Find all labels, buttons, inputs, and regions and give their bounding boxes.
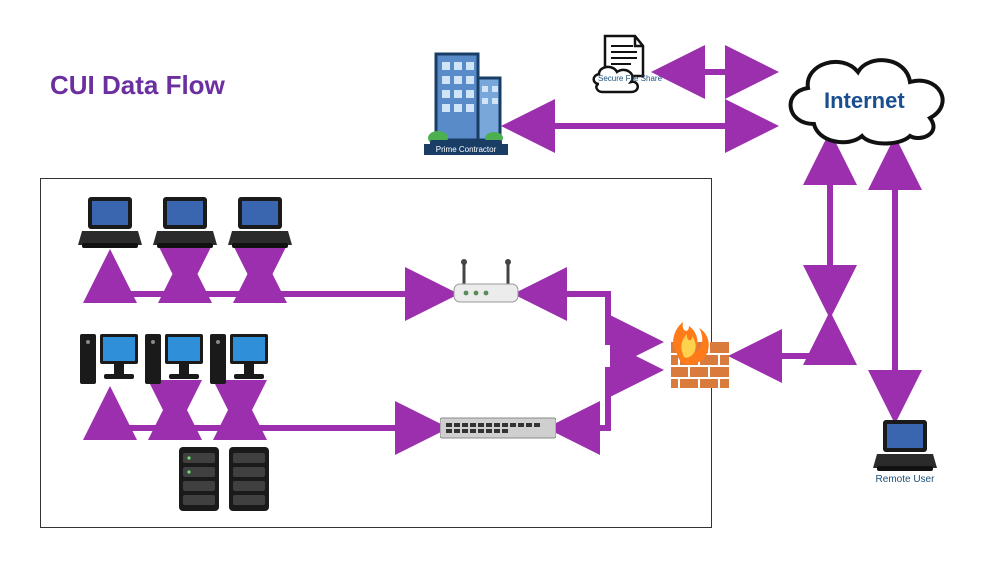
server-icon <box>175 445 223 517</box>
diagram-canvas: { "title": "CUI Data Flow", "labels": { … <box>0 0 1000 562</box>
secure-file-share-label: Secure File Share <box>598 74 644 83</box>
desktop-icon <box>80 330 140 392</box>
firewall-icon <box>655 312 739 396</box>
switch-icon <box>440 416 556 442</box>
laptop-icon <box>78 195 142 253</box>
laptop-icon <box>873 418 937 476</box>
prime-contractor-label: Prime Contractor <box>424 144 508 155</box>
laptop-icon <box>153 195 217 253</box>
file-share-icon <box>585 30 657 102</box>
server-icon <box>225 445 273 517</box>
remote-user-label: Remote User <box>872 474 938 485</box>
building-icon <box>424 44 508 152</box>
desktop-icon <box>210 330 270 392</box>
internet-label: Internet <box>824 88 905 114</box>
desktop-icon <box>145 330 205 392</box>
wifi-router-icon <box>450 258 522 310</box>
laptop-icon <box>228 195 292 253</box>
